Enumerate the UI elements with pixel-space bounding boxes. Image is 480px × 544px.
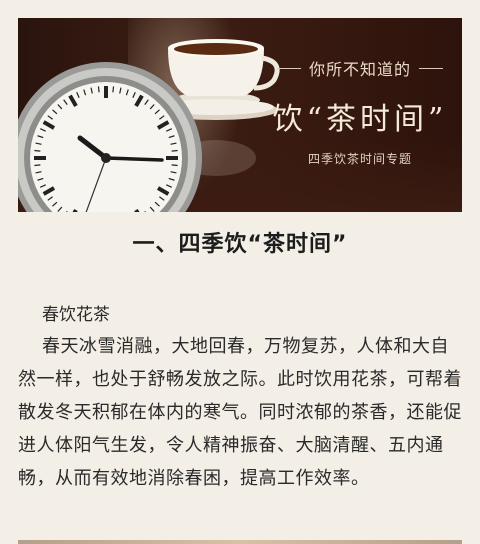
clock-minute-tick — [171, 149, 178, 152]
clock-minute-tick — [34, 149, 41, 152]
article-paragraph: 春天冰雪消融，大地回春，万物复苏，人体和大自然一样，也处于舒畅发放之际。此时饮用… — [18, 336, 462, 489]
next-image-edge — [18, 540, 462, 544]
banner-subtitle-row: 你所不知道的 — [258, 56, 462, 80]
article-subheading: 春饮花茶 — [42, 305, 110, 325]
header-banner: 你所不知道的 饮“茶时间” 四季饮茶时间专题 — [18, 18, 462, 212]
divider-left — [276, 67, 301, 69]
page: 你所不知道的 饮“茶时间” 四季饮茶时间专题 一、四季饮“茶时间” 春饮花茶 春… — [0, 0, 480, 544]
clock-minute-tick — [171, 164, 178, 167]
banner-title: 饮“茶时间” — [272, 102, 448, 137]
banner-tagline: 四季饮茶时间专题 — [307, 152, 412, 166]
clock-minute-tick — [112, 86, 115, 93]
banner-text: 你所不知道的 饮“茶时间” 四季饮茶时间专题 — [258, 18, 462, 212]
clock-minute-tick — [97, 86, 100, 93]
clock-minute-tick — [34, 164, 41, 167]
section-title: 一、四季饮“茶时间” — [132, 232, 348, 257]
banner-subtitle: 你所不知道的 — [308, 60, 411, 79]
divider-right — [419, 67, 443, 69]
